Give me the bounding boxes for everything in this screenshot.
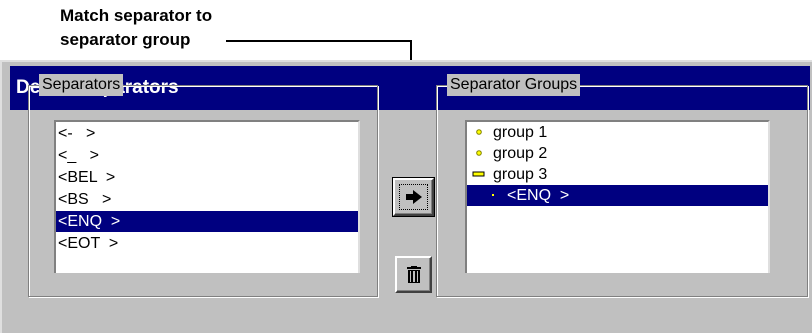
callout-annotation: Match separator to separator group bbox=[60, 4, 212, 52]
assign-to-group-button[interactable] bbox=[392, 177, 435, 217]
separator-list-item[interactable]: <- > bbox=[56, 123, 358, 144]
separator-list-item[interactable]: <BS > bbox=[56, 189, 358, 210]
separator-list-item[interactable]: <_ > bbox=[56, 145, 358, 166]
separator-groups-tree[interactable]: group 1 group 2 group 3 <ENQ > bbox=[465, 120, 770, 273]
dot-icon bbox=[492, 194, 494, 196]
group-node[interactable]: group 2 bbox=[467, 143, 768, 164]
group-node[interactable]: group 1 bbox=[467, 122, 768, 143]
separator-node[interactable]: <ENQ > bbox=[467, 185, 768, 206]
callout-line-2: separator group bbox=[60, 30, 191, 49]
circle-icon bbox=[476, 150, 482, 156]
node-label: group 2 bbox=[493, 145, 548, 162]
separator-list-item[interactable]: <BEL > bbox=[56, 167, 358, 188]
node-label: group 1 bbox=[493, 124, 548, 141]
circle-icon bbox=[476, 129, 482, 135]
separator-list-item[interactable]: <EOT > bbox=[56, 233, 358, 254]
delete-button[interactable] bbox=[395, 256, 432, 293]
group-node[interactable]: group 3 bbox=[467, 164, 768, 185]
arrow-right-icon bbox=[405, 190, 422, 204]
separators-listbox[interactable]: <- > <_ > <BEL > <BS > <ENQ > <EOT > bbox=[54, 120, 360, 273]
separators-label: Separators bbox=[39, 74, 124, 96]
separator-groups-label: Separator Groups bbox=[447, 74, 581, 96]
node-label: <ENQ > bbox=[507, 187, 570, 204]
trash-icon bbox=[406, 265, 421, 283]
folder-bar-icon bbox=[472, 171, 485, 177]
node-label: group 3 bbox=[493, 166, 548, 183]
callout-line-1: Match separator to bbox=[60, 6, 213, 25]
separator-list-item[interactable]: <ENQ > bbox=[56, 211, 358, 232]
